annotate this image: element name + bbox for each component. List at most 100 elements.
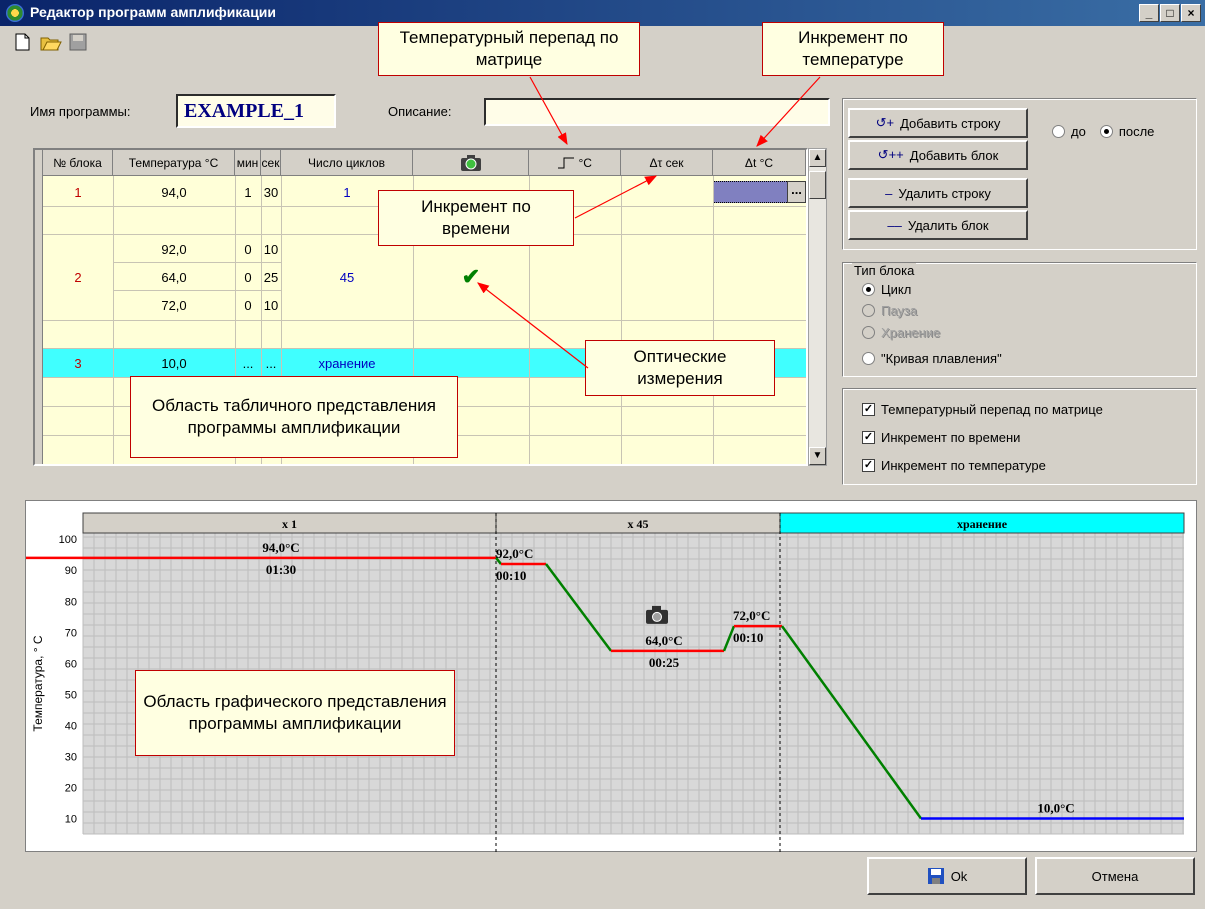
position-radio-group: до после: [1052, 124, 1154, 139]
type-storage-option[interactable]: Хранение: [862, 325, 940, 340]
callout-optical-measurements: Оптические измерения: [585, 340, 775, 396]
y-tick-50: 50: [65, 689, 77, 701]
header-temperature: Температура °C: [113, 150, 235, 176]
new-document-icon[interactable]: [12, 32, 32, 52]
label-time-2: 00:10: [496, 568, 526, 583]
y-tick-70: 70: [65, 627, 77, 639]
maximize-button[interactable]: □: [1160, 4, 1180, 22]
minimize-button[interactable]: _: [1139, 4, 1159, 22]
table-row-7-sec[interactable]: ...: [261, 349, 281, 377]
table-row-4-block[interactable]: 2: [43, 263, 113, 291]
ok-label: Ok: [950, 868, 968, 884]
cell-ellipsis-button[interactable]: ...: [787, 181, 806, 203]
table-row-5-sec[interactable]: 10: [261, 291, 281, 319]
add-row-button[interactable]: ↺+ Добавить строку: [848, 108, 1028, 138]
header-min: мин: [235, 150, 261, 176]
label-temp-1: 94,0°C: [262, 540, 299, 555]
table-row-3-sec[interactable]: 10: [261, 235, 281, 263]
label-temp-3: 64,0°C: [645, 633, 682, 648]
header-camera: [413, 150, 529, 176]
block-type-title: Тип блока: [852, 263, 917, 278]
callout-matrix-gradient: Температурный перепад по матрице: [378, 22, 640, 76]
table-row-1-block[interactable]: 1: [43, 178, 113, 206]
scroll-up-arrow[interactable]: ▲: [809, 149, 826, 167]
y-tick-40: 40: [65, 720, 77, 732]
table-row-7-block[interactable]: 3: [43, 349, 113, 377]
close-button[interactable]: ×: [1181, 4, 1201, 22]
header-cycles: Число циклов: [281, 150, 413, 176]
header-time-increment: Δτ сек: [621, 150, 713, 176]
y-tick-10: 10: [65, 813, 77, 825]
save-icon[interactable]: [68, 32, 88, 52]
label-time-1: 01:30: [266, 562, 296, 577]
after-radio[interactable]: [1099, 125, 1113, 138]
callout-table-area: Область табличного представления програм…: [130, 376, 458, 458]
section-label-2: x 45: [628, 517, 649, 531]
add-row-icon: ↺+: [875, 115, 895, 130]
description-input[interactable]: [484, 98, 830, 126]
table-row-7-min[interactable]: ...: [235, 349, 261, 377]
y-tick-30: 30: [65, 751, 77, 763]
program-name-label: Имя программы:: [30, 104, 131, 119]
melt-radio[interactable]: [862, 352, 875, 365]
table-row-3-temp[interactable]: 92,0: [113, 235, 235, 263]
y-tick-80: 80: [65, 596, 77, 608]
scroll-thumb[interactable]: [809, 171, 826, 199]
table-row-4-temp[interactable]: 64,0: [113, 263, 235, 291]
option-matrix-gradient[interactable]: ✓ Температурный перепад по матрице: [862, 402, 1103, 417]
table-row-7-cycles[interactable]: хранение: [281, 349, 413, 377]
y-tick-100: 100: [59, 534, 77, 546]
optical-checkmark[interactable]: ✔: [413, 263, 529, 291]
delete-row-button[interactable]: – Удалить строку: [848, 178, 1028, 208]
type-pause-option[interactable]: Пауза: [862, 303, 917, 318]
table-row-3-min[interactable]: 0: [235, 235, 261, 263]
label-temp-5: 10,0°C: [1037, 800, 1074, 815]
delta-t-edit-cell[interactable]: [713, 181, 789, 203]
cycle-label: Цикл: [881, 282, 912, 297]
table-row-7-temp[interactable]: 10,0: [113, 349, 235, 377]
table-row-4-cycles[interactable]: 45: [281, 263, 413, 291]
add-block-label: Добавить блок: [909, 147, 999, 163]
type-melt-option[interactable]: "Кривая плавления": [862, 351, 1002, 366]
chart-camera-top: [652, 605, 661, 611]
scroll-down-arrow[interactable]: ▼: [809, 447, 826, 465]
pause-label: Пауза: [881, 303, 918, 318]
time-checkbox[interactable]: ✓: [862, 431, 875, 444]
cycle-radio[interactable]: [862, 283, 875, 296]
temp-checkbox[interactable]: ✓: [862, 459, 875, 472]
section-label-3: хранение: [957, 517, 1008, 531]
type-cycle-option[interactable]: Цикл: [862, 282, 911, 297]
matrix-checkbox[interactable]: ✓: [862, 403, 875, 416]
camera-icon: [460, 154, 481, 171]
table-row-5-min[interactable]: 0: [235, 291, 261, 319]
add-block-button[interactable]: ↺++ Добавить блок: [848, 140, 1028, 170]
table-row-4-min[interactable]: 0: [235, 263, 261, 291]
option-time-increment[interactable]: ✓ Инкремент по времени: [862, 430, 1020, 445]
before-label: до: [1071, 124, 1086, 139]
window-title: Редактор программ амплификации: [30, 4, 277, 20]
storage-label: Хранение: [881, 325, 941, 340]
table-row-1-temp[interactable]: 94,0: [113, 178, 235, 206]
add-row-label: Добавить строку: [900, 115, 1001, 131]
table-row-1-sec[interactable]: 30: [261, 178, 281, 206]
app-icon: [6, 4, 24, 22]
y-tick-90: 90: [65, 565, 77, 577]
ok-button[interactable]: Ok: [867, 857, 1027, 895]
pause-radio[interactable]: [862, 304, 875, 317]
storage-radio[interactable]: [862, 326, 875, 339]
program-name-input[interactable]: EXAMPLE_1: [176, 94, 336, 128]
delete-block-button[interactable]: –– Удалить блок: [848, 210, 1028, 240]
open-folder-icon[interactable]: [40, 32, 62, 52]
table-row-5-temp[interactable]: 72,0: [113, 291, 235, 319]
cancel-button[interactable]: Отмена: [1035, 857, 1195, 895]
y-tick-20: 20: [65, 782, 77, 794]
section-label-1: x 1: [282, 517, 297, 531]
table-scrollbar[interactable]: ▲ ▼: [808, 148, 827, 466]
header-temp-increment: Δt °C: [713, 150, 806, 176]
option-temp-increment[interactable]: ✓ Инкремент по температуре: [862, 458, 1046, 473]
before-radio[interactable]: [1052, 125, 1065, 138]
table-row-4-sec[interactable]: 25: [261, 263, 281, 291]
label-time-3: 00:25: [649, 655, 680, 670]
header-sec: сек: [261, 150, 281, 176]
table-row-1-min[interactable]: 1: [235, 178, 261, 206]
